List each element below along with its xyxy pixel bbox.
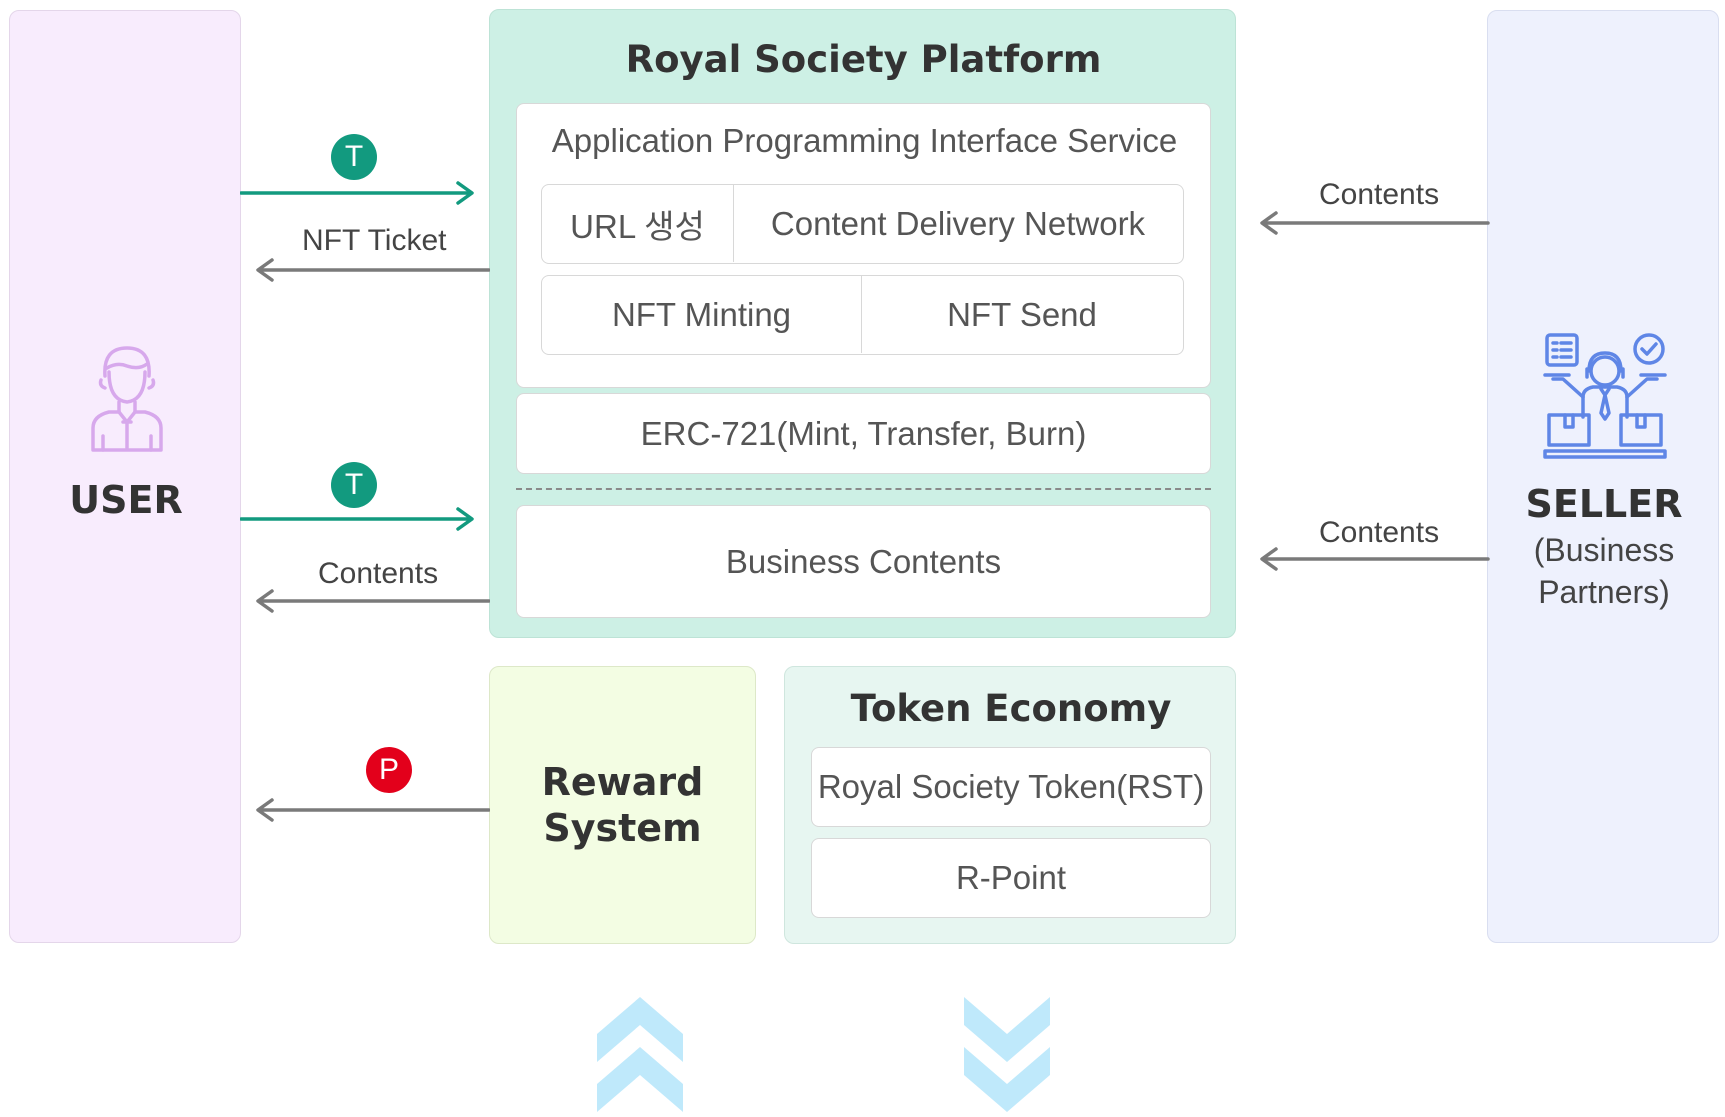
user-label: USER xyxy=(69,478,183,522)
nft-row: NFT Minting NFT Send xyxy=(541,275,1184,355)
user-icon xyxy=(91,346,163,452)
point-badge: P xyxy=(366,747,412,793)
seller-icon xyxy=(1543,333,1667,459)
seller-sublabel-1: (Business xyxy=(1533,531,1675,568)
cdn-cell: Content Delivery Network xyxy=(770,204,1146,242)
business-contents-box: Business Contents xyxy=(516,505,1211,618)
double-chevron-down-icon xyxy=(964,997,1050,1112)
nft-minting-cell: NFT Minting xyxy=(542,276,862,353)
token-economy: Token Economy Royal Society Token(RST) R… xyxy=(784,666,1236,944)
token-badge-2: T xyxy=(331,462,377,508)
reward-system: Reward System xyxy=(489,666,756,944)
arrow-user-to-platform-1 xyxy=(240,181,474,205)
arrow-seller-to-platform-2 xyxy=(1260,547,1490,571)
arrow-user-to-platform-2 xyxy=(240,507,474,531)
reward-title-line1: Reward xyxy=(541,760,704,804)
reward-title-line2: System xyxy=(543,806,702,850)
nft-send-cell: NFT Send xyxy=(947,295,1097,333)
api-service-box: Application Programming Interface Servic… xyxy=(516,103,1211,388)
seller-sublabel-2: Partners) xyxy=(1538,573,1670,610)
arrow-reward-to-user xyxy=(256,798,490,822)
user-panel: USER xyxy=(9,10,241,943)
double-chevron-up-icon xyxy=(597,997,683,1112)
api-service-title: Application Programming Interface Servic… xyxy=(551,122,1178,159)
arrow-platform-to-user-nft xyxy=(256,258,490,282)
arrow-seller-to-platform-1 xyxy=(1260,211,1490,235)
dashed-divider xyxy=(516,488,1211,490)
platform-title: Royal Society Platform xyxy=(625,37,1102,81)
seller-label: SELLER xyxy=(1525,482,1683,526)
url-cdn-row: URL 생성 Content Delivery Network xyxy=(541,184,1184,264)
arrow-platform-to-user-contents xyxy=(256,589,490,613)
token-economy-title: Token Economy xyxy=(850,686,1172,730)
r-point-box: R-Point xyxy=(811,838,1211,918)
url-generation-cell: URL 생성 xyxy=(542,185,734,262)
royal-society-platform: Royal Society Platform Application Progr… xyxy=(489,9,1236,638)
rst-box: Royal Society Token(RST) xyxy=(811,747,1211,827)
seller-panel: SELLER (Business Partners) xyxy=(1487,10,1719,943)
erc721-box: ERC-721(Mint, Transfer, Burn) xyxy=(516,393,1211,474)
token-badge-1: T xyxy=(331,134,377,180)
